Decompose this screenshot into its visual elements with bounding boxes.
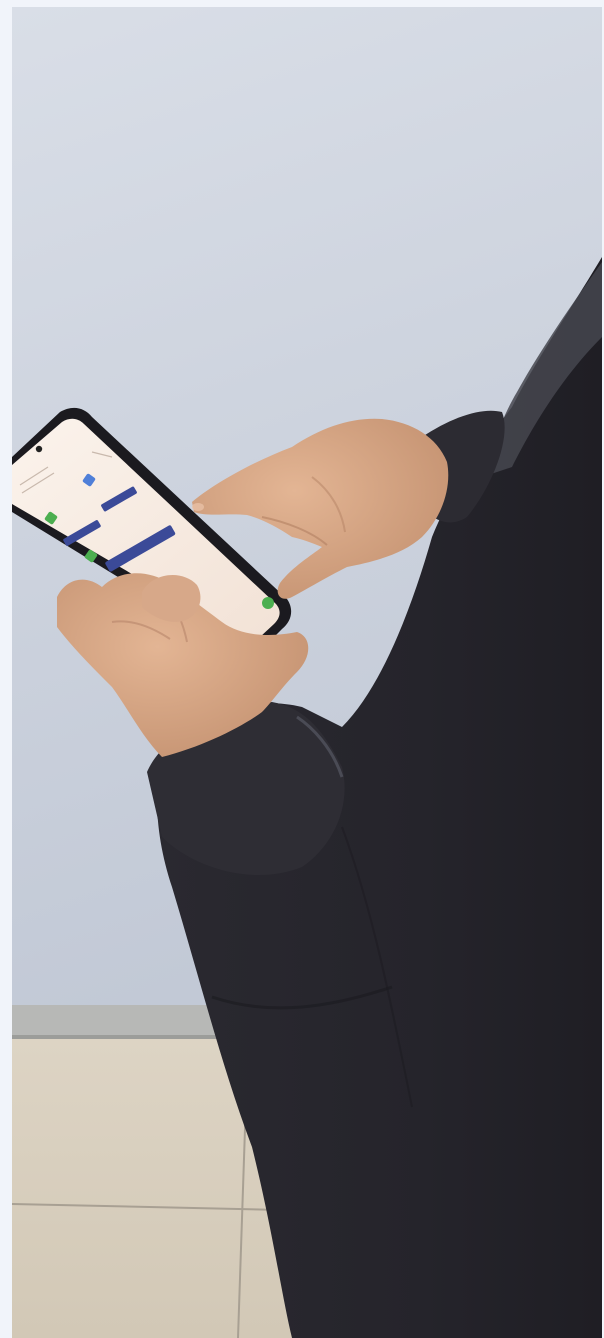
- photo-illustration: [12, 7, 602, 1338]
- photo-scene: [12, 7, 602, 1338]
- front-camera: [35, 445, 43, 453]
- app-fab: [262, 597, 274, 609]
- page-frame: [0, 0, 604, 1338]
